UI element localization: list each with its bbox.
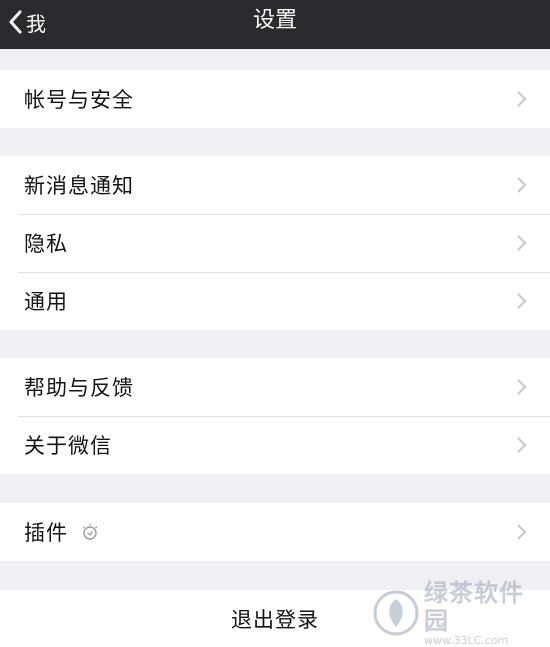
settings-item-label: 帐号与安全 — [24, 88, 134, 112]
watermark-url: www.33LC.com — [424, 634, 509, 647]
chevron-right-icon — [517, 293, 527, 309]
settings-item-plugins[interactable]: 插件 — [0, 503, 550, 561]
settings-item-account-security[interactable]: 帐号与安全 — [0, 70, 550, 128]
settings-item-about[interactable]: 关于微信 — [0, 416, 550, 474]
plugin-bulb-icon — [82, 523, 98, 540]
chevron-right-icon — [517, 235, 527, 251]
settings-item-label: 通用 — [24, 290, 68, 314]
settings-item-general[interactable]: 通用 — [0, 272, 550, 330]
settings-group-help: 帮助与反馈 关于微信 — [0, 358, 550, 474]
settings-item-privacy[interactable]: 隐私 — [0, 214, 550, 272]
chevron-right-icon — [517, 379, 527, 395]
settings-group-account: 帐号与安全 — [0, 70, 550, 128]
settings-item-label: 插件 — [24, 521, 68, 545]
page-title: 设置 — [252, 8, 297, 33]
logout-label: 退出登录 — [231, 607, 319, 632]
chevron-right-icon — [517, 177, 527, 193]
chevron-right-icon — [517, 524, 527, 540]
settings-item-label: 帮助与反馈 — [24, 376, 134, 400]
chevron-right-icon — [517, 91, 527, 107]
settings-group-plugins: 插件 — [0, 503, 550, 561]
settings-item-label: 隐私 — [24, 232, 68, 256]
chevron-right-icon — [517, 437, 527, 453]
settings-item-label: 关于微信 — [24, 434, 112, 458]
watermark-logo-icon — [373, 590, 419, 636]
watermark-name: 绿茶软件园 — [424, 579, 524, 635]
settings-item-notifications[interactable]: 新消息通知 — [0, 156, 550, 214]
nav-bar: 我 设置 — [0, 0, 550, 49]
settings-item-label: 新消息通知 — [24, 174, 134, 198]
settings-item-help-feedback[interactable]: 帮助与反馈 — [0, 358, 550, 416]
settings-group-general: 新消息通知 隐私 通用 — [0, 156, 550, 330]
watermark: 绿茶软件园 www.33LC.com — [372, 579, 547, 647]
